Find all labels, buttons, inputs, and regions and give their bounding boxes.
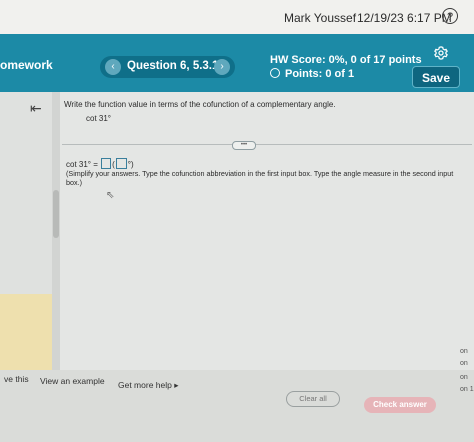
edge-fragment: on: [460, 360, 468, 367]
check-answer-button[interactable]: Check answer: [364, 397, 436, 413]
homework-title: omework: [0, 58, 53, 72]
collapse-panel-icon[interactable]: ⇤: [30, 100, 42, 117]
left-scrollbar-thumb[interactable]: [53, 190, 59, 238]
expand-dots-button[interactable]: •••: [232, 141, 256, 150]
section-divider: [62, 144, 472, 145]
hw-score: HW Score: 0%, 0 of 17 points: [270, 54, 422, 66]
cofunction-input[interactable]: [101, 158, 112, 169]
answer-prefix: cot 31° =: [66, 160, 98, 169]
answer-line: cot 31° = (°): [66, 158, 134, 169]
question-content: ⇤ Write the function value in terms of t…: [0, 92, 474, 370]
edge-fragment: on: [460, 374, 468, 381]
left-panel: [0, 92, 52, 370]
user-name: Mark Youssef: [284, 11, 357, 25]
answer-hint: (Simplify your answers. Type the cofunct…: [66, 169, 454, 187]
mouse-cursor-icon: ⇖: [106, 190, 115, 201]
save-button[interactable]: Save: [412, 66, 460, 88]
get-more-help-link[interactable]: Get more help ▸: [118, 380, 179, 391]
view-example-link[interactable]: View an example: [40, 376, 105, 386]
settings-gear-icon[interactable]: [434, 46, 448, 60]
points-text: Points: 0 of 1: [285, 68, 355, 80]
answer-suffix: °): [127, 160, 134, 169]
left-panel-highlight: [0, 294, 52, 370]
next-question-button[interactable]: ›: [214, 59, 230, 75]
previous-question-button[interactable]: ‹: [105, 59, 121, 75]
question-label[interactable]: Question 6, 5.3.19: [127, 60, 225, 72]
top-bar: Mark Youssef 12/19/23 6:17 PM ?: [0, 0, 474, 35]
edge-fragment: on 1: [460, 386, 474, 393]
question-instruction: Write the function value in terms of the…: [64, 100, 336, 109]
points-status: Points: 0 of 1: [270, 68, 354, 80]
edge-fragment: on: [460, 348, 468, 355]
help-icon[interactable]: ?: [442, 8, 458, 24]
clear-all-button[interactable]: Clear all: [286, 391, 340, 407]
question-expression: cot 31°: [86, 114, 111, 123]
question-navigator: ‹ Question 6, 5.3.19 ›: [100, 56, 235, 78]
bottom-bar: ve this View an example Get more help ▸ …: [0, 348, 474, 442]
assignment-header: omework ‹ Question 6, 5.3.19 › HW Score:…: [0, 34, 474, 92]
timestamp: 12/19/23 6:17 PM: [357, 11, 452, 25]
points-ring-icon: [270, 68, 280, 78]
footer-left-fragment[interactable]: ve this: [4, 374, 29, 384]
angle-input[interactable]: [115, 158, 127, 169]
